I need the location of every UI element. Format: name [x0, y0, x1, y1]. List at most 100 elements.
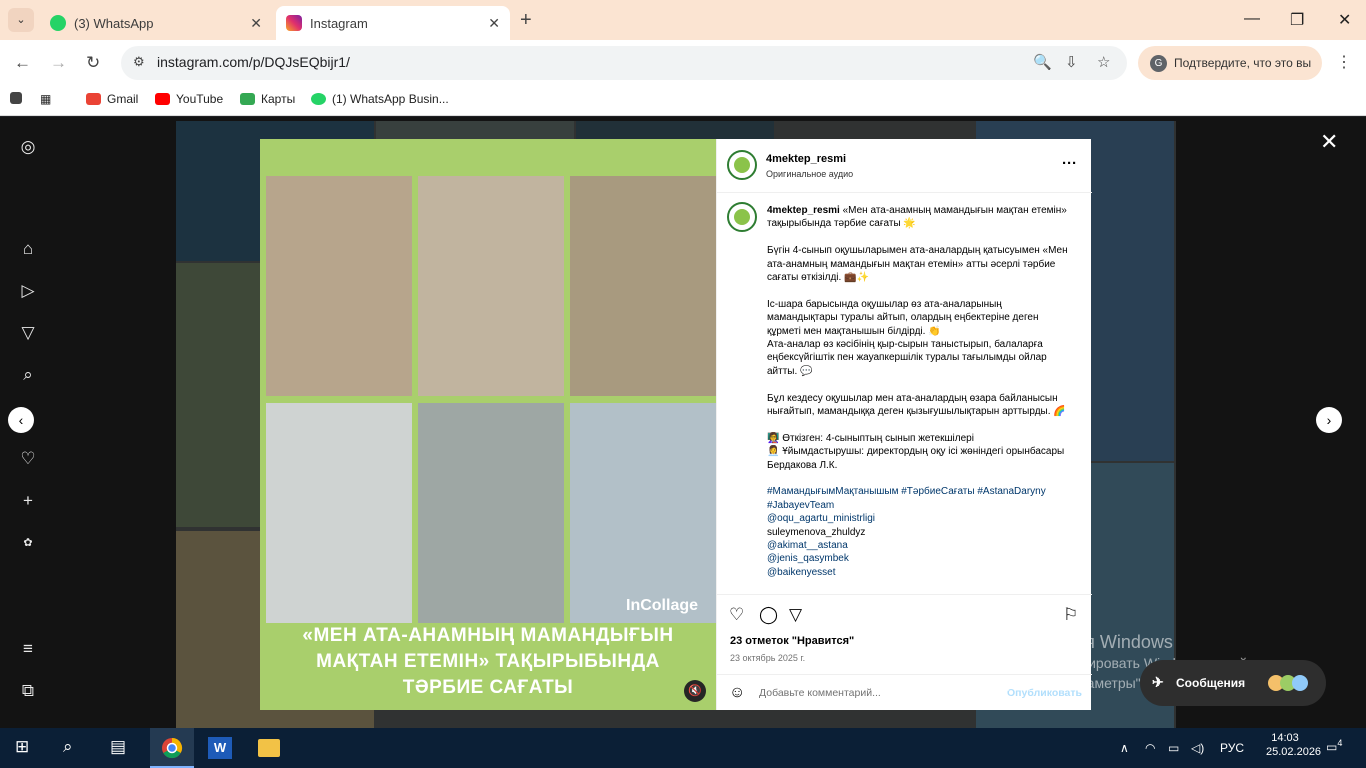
notification-center-icon[interactable]: ▭4: [1326, 738, 1342, 754]
messages-button[interactable]: ✈ Сообщения: [1140, 660, 1326, 706]
new-tab-button[interactable]: +: [520, 9, 532, 32]
browser-menu-icon[interactable]: ⋮: [1336, 52, 1352, 72]
apps-grid-icon[interactable]: ▦: [40, 92, 51, 106]
battery-icon[interactable]: ▭: [1168, 741, 1179, 755]
instagram-page: ◎ ⌂ ▷ ▽ ⌕ ◌ ♡ + ✿ ≡ ⧉ ✕ ‹ › InCollage: [0, 117, 1366, 728]
mute-icon[interactable]: 🔇: [684, 680, 706, 702]
minimize-button[interactable]: —: [1244, 10, 1260, 28]
mention-link[interactable]: @akimat__astana: [767, 539, 1072, 552]
post-header: 4mektep_resmi Оригинальное аудио ···: [717, 139, 1092, 193]
tab-whatsapp[interactable]: (3) WhatsApp ✕: [40, 6, 272, 40]
search-icon[interactable]: ⌕: [18, 365, 38, 385]
reels-icon[interactable]: ▷: [18, 281, 38, 301]
restore-button[interactable]: ❐: [1290, 10, 1304, 30]
tab-instagram[interactable]: Instagram ✕: [276, 6, 510, 40]
home-icon[interactable]: ⌂: [18, 239, 38, 259]
notifications-heart-icon[interactable]: ♡: [18, 449, 38, 469]
word-icon[interactable]: W: [208, 737, 232, 759]
post-media[interactable]: InCollage «МЕН АТА-АНАМНЫҢ МАМАНДЫҒЫН МА…: [260, 139, 716, 710]
caption-paragraph: 👩‍💼 Ұйымдастырушы: директордың оқу ісі ж…: [767, 446, 1065, 471]
bookmark-gmail[interactable]: Gmail: [86, 92, 138, 106]
close-window-button[interactable]: ✕: [1338, 10, 1351, 30]
media-caption-line: «МЕН АТА-АНАМНЫҢ МАМАНДЫҒЫН: [302, 625, 674, 646]
caption-username[interactable]: 4mektep_resmi: [767, 205, 840, 216]
input-language[interactable]: РУС: [1220, 741, 1244, 755]
wifi-icon[interactable]: ◠: [1145, 741, 1155, 755]
bookmark-whatsapp-business[interactable]: (1) WhatsApp Busin...: [311, 92, 449, 106]
next-post-button[interactable]: ›: [1316, 407, 1342, 433]
comment-input[interactable]: Добавьте комментарий...: [759, 687, 881, 699]
likes-count[interactable]: 23 отметок "Нравится": [730, 635, 854, 647]
post-caption: 4mektep_resmi «Мен ата-анамның мамандығы…: [767, 204, 1072, 579]
collage-photo: [266, 403, 412, 623]
browser-tab-bar: ⌄ (3) WhatsApp ✕ Instagram ✕ + — ❐ ✕: [0, 0, 1366, 40]
hashtags[interactable]: #МамандығымМақтанышым #ТәрбиеСағаты #Ast…: [767, 485, 1072, 512]
post-username[interactable]: 4mektep_resmi: [766, 153, 846, 165]
save-bookmark-icon[interactable]: ⚐: [1063, 605, 1078, 625]
share-icon[interactable]: ▽: [789, 605, 802, 625]
also-from-meta-icon[interactable]: ⧉: [18, 681, 38, 701]
previous-post-button[interactable]: ‹: [8, 407, 34, 433]
tab-label: (3) WhatsApp: [74, 15, 154, 31]
mention-link[interactable]: @jenis_qasymbek: [767, 552, 1072, 565]
start-windows-icon[interactable]: ⊞: [15, 737, 29, 757]
search-icon[interactable]: ⌕: [63, 737, 73, 757]
close-tab-icon[interactable]: ✕: [250, 15, 262, 32]
messenger-icon: ✈: [1152, 674, 1164, 690]
profile-verify-button[interactable]: G Подтвердите, что это вы: [1138, 46, 1322, 80]
caption-paragraph: Бұл кездесу оқушылар мен ата-аналардың ө…: [767, 392, 1066, 418]
zoom-icon[interactable]: 🔍: [1033, 53, 1052, 71]
youtube-icon: [155, 93, 170, 105]
bookmark-youtube[interactable]: YouTube: [155, 92, 223, 106]
bookmark-maps[interactable]: Карты: [240, 92, 295, 106]
task-view-icon[interactable]: ▤: [110, 737, 126, 757]
clock[interactable]: 14:03 25.02.2026: [1266, 732, 1322, 758]
more-options-icon[interactable]: ···: [1062, 155, 1077, 172]
media-caption-line: ТӘРБИЕ САҒАТЫ: [402, 677, 574, 698]
close-modal-icon[interactable]: ✕: [1320, 129, 1338, 155]
back-icon[interactable]: ←: [14, 53, 31, 73]
clock-date: 25.02.2026: [1266, 746, 1322, 758]
create-icon[interactable]: +: [18, 491, 38, 511]
show-hidden-icons[interactable]: ∧: [1120, 741, 1129, 755]
tab-search-button[interactable]: ⌄: [8, 8, 34, 32]
explore-icon[interactable]: ▽: [18, 323, 38, 343]
original-audio-link[interactable]: Оригинальное аудио: [766, 169, 853, 179]
bookmark-star-icon[interactable]: ☆: [1097, 53, 1110, 71]
post-modal: InCollage «МЕН АТА-АНАМНЫҢ МАМАНДЫҒЫН МА…: [260, 139, 1092, 710]
reload-icon[interactable]: ↻: [86, 53, 100, 73]
maps-icon: [240, 93, 255, 105]
mention-link[interactable]: @baikenyesset: [767, 566, 1072, 579]
volume-icon[interactable]: ◁): [1191, 741, 1204, 755]
bookmark-label: YouTube: [176, 92, 224, 106]
verify-label: Подтвердите, что это вы: [1174, 56, 1312, 70]
url-text[interactable]: instagram.com/p/DQJsEQbijr1/: [157, 54, 350, 70]
file-explorer-icon[interactable]: [258, 739, 280, 757]
caption-paragraph: 👩‍🏫 Өткізген: 4-сыныптың сынып жетекшіле…: [767, 432, 974, 444]
mention-text: suleymenova_zhuldyz: [767, 526, 866, 538]
mention-link[interactable]: @oqu_agartu_ministrligi: [767, 512, 1072, 525]
collage-photo: [266, 176, 412, 396]
avatar[interactable]: [727, 202, 757, 232]
close-tab-icon[interactable]: ✕: [488, 15, 500, 32]
more-menu-icon[interactable]: ≡: [18, 639, 38, 659]
emoji-icon[interactable]: ☺: [729, 684, 745, 702]
collage-photo: [570, 176, 716, 396]
profile-avatar-icon[interactable]: ✿: [18, 533, 38, 553]
watermark-title: Активация Windows: [1007, 632, 1173, 652]
bookmarks-bar: ▦ Gmail YouTube Карты (1) WhatsApp Busin…: [0, 86, 1366, 116]
install-app-icon[interactable]: ⇩: [1065, 53, 1078, 71]
comment-icon[interactable]: ◯: [759, 605, 778, 625]
bookmark-label: Карты: [261, 92, 296, 106]
chrome-taskbar-button[interactable]: [150, 728, 194, 768]
avatar[interactable]: [727, 150, 757, 180]
forward-icon[interactable]: →: [50, 53, 67, 73]
side-panel-icon[interactable]: [10, 92, 28, 104]
post-date: 23 октябрь 2025 г.: [730, 653, 806, 663]
address-bar[interactable]: ⚙ instagram.com/p/DQJsEQbijr1/ 🔍 ⇩ ☆: [121, 46, 1127, 80]
site-settings-icon[interactable]: ⚙: [133, 54, 145, 70]
instagram-logo-icon[interactable]: ◎: [18, 137, 38, 157]
caption-paragraph: Іс-шара барысында оқушылар өз ата-аналар…: [767, 298, 1039, 337]
caption-scroll-area[interactable]: 4mektep_resmi «Мен ата-анамның мамандығы…: [717, 194, 1092, 592]
like-heart-icon[interactable]: ♡: [729, 605, 744, 625]
